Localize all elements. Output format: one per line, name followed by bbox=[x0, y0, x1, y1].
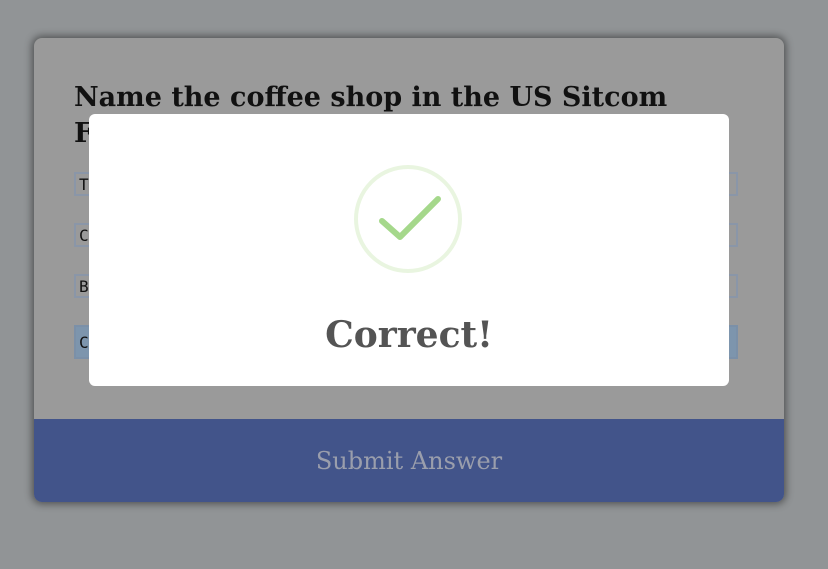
answer-option-label: C bbox=[79, 333, 89, 352]
submit-answer-button[interactable]: Submit Answer bbox=[34, 419, 784, 502]
answer-option-label: B bbox=[79, 277, 89, 296]
answer-option-label: T bbox=[79, 175, 89, 194]
result-message: Correct! bbox=[325, 314, 493, 356]
result-modal: Correct! bbox=[89, 114, 729, 386]
answer-option-label: C bbox=[79, 226, 89, 245]
check-icon bbox=[354, 165, 462, 273]
